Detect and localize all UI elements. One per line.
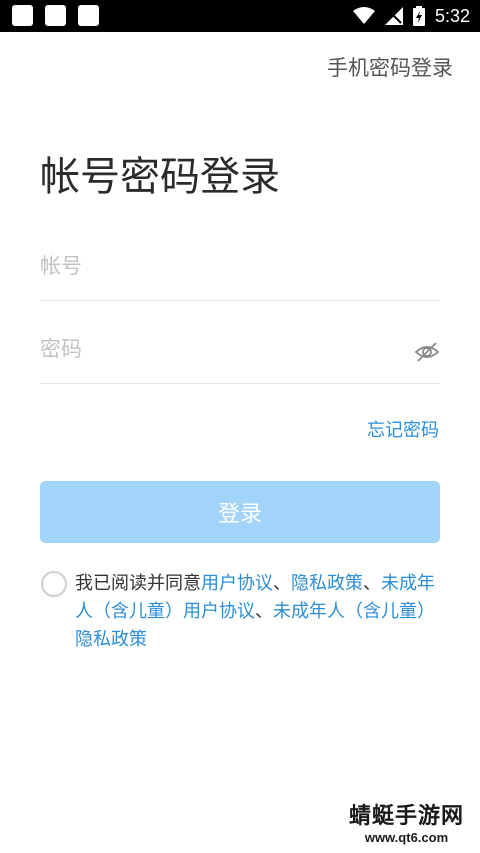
user-agreement-link[interactable]: 用户协议: [201, 573, 273, 594]
notification-icon: [45, 5, 66, 26]
password-placeholder: 密码: [40, 337, 82, 361]
privacy-policy-link[interactable]: 隐私政策: [291, 573, 363, 594]
notification-icon: [78, 5, 99, 26]
agreement-separator: 、: [363, 573, 381, 594]
status-time: 5:32: [434, 5, 470, 26]
phone-login-link[interactable]: 手机密码登录: [327, 52, 453, 82]
agreement-prefix: 我已阅读并同意: [75, 573, 201, 594]
signal-icon: [384, 7, 403, 25]
watermark-title: 蜻蜓手游网: [348, 804, 464, 829]
agreement-text: 我已阅读并同意用户协议、隐私政策、未成年人（含儿童）用户协议、未成年人（含儿童）…: [75, 570, 445, 654]
notification-icon: [12, 5, 33, 26]
login-button[interactable]: 登录: [40, 481, 440, 543]
battery-icon: [412, 6, 425, 26]
agreement-separator: 、: [255, 601, 273, 622]
watermark-url: www.qt6.com: [364, 830, 449, 845]
agreement-separator: 、: [273, 573, 291, 594]
agreement-checkbox[interactable]: [41, 571, 67, 597]
watermark: 蜻蜓手游网 www.qt6.com: [349, 798, 464, 845]
account-field[interactable]: 帐号: [40, 240, 440, 301]
forgot-password-link[interactable]: 忘记密码: [367, 416, 439, 442]
eye-hidden-icon[interactable]: [414, 339, 440, 365]
password-field[interactable]: 密码: [40, 323, 440, 384]
wifi-icon: [352, 7, 375, 24]
account-placeholder: 帐号: [40, 254, 82, 278]
status-bar: 5:32: [0, 0, 480, 32]
page-title: 帐号密码登录: [40, 154, 280, 200]
